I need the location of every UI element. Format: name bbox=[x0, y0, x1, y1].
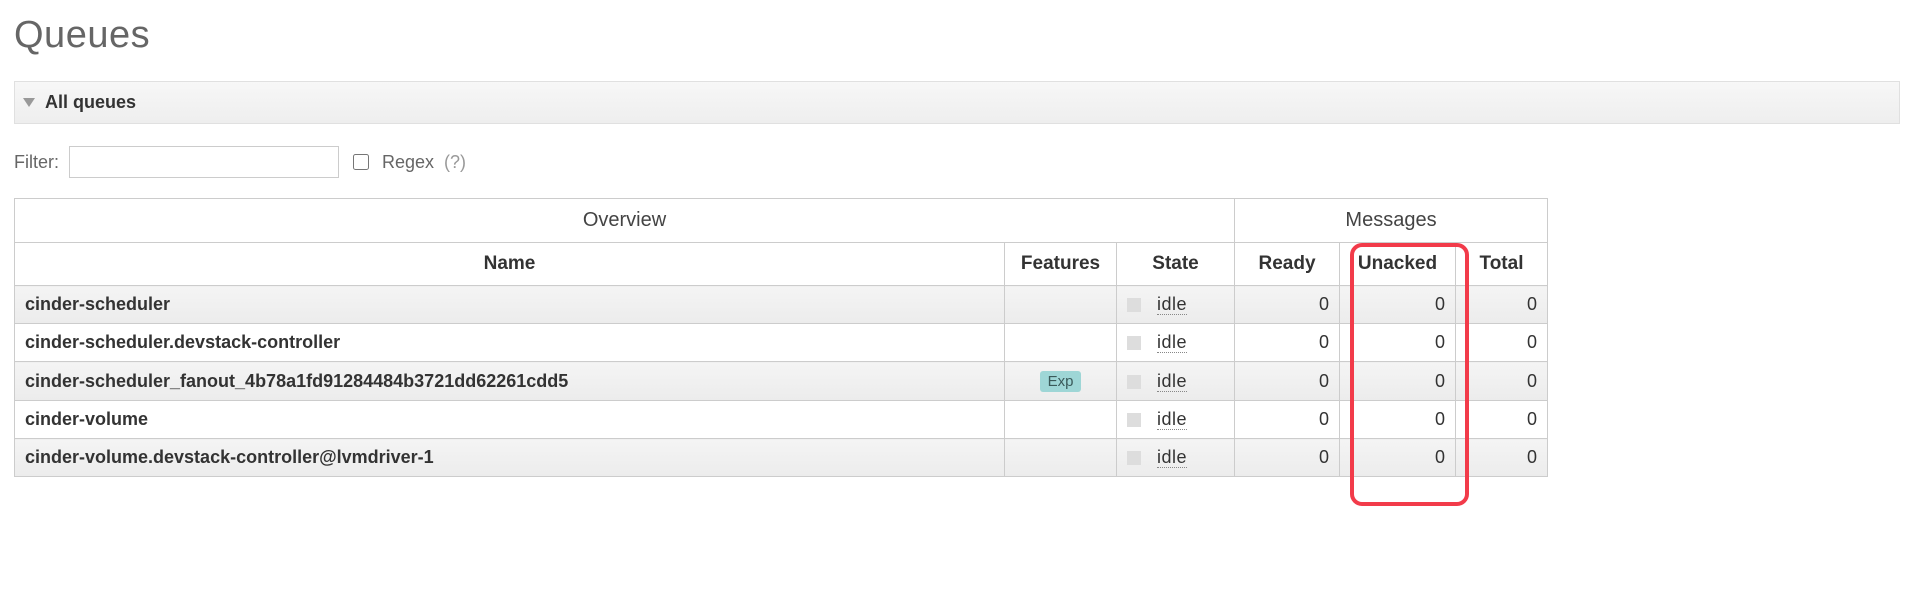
queue-name-link[interactable]: cinder-scheduler bbox=[15, 286, 1005, 324]
filter-row: Filter: Regex (?) bbox=[14, 146, 1900, 178]
table-row: cinder-volumeidle000 bbox=[15, 401, 1548, 439]
queue-name-link[interactable]: cinder-volume.devstack-controller@lvmdri… bbox=[15, 439, 1005, 477]
state-text: idle bbox=[1157, 294, 1187, 315]
col-header-state[interactable]: State bbox=[1117, 243, 1235, 286]
col-header-total[interactable]: Total bbox=[1456, 243, 1548, 286]
state-text: idle bbox=[1157, 447, 1187, 468]
section-all-queues-toggle[interactable]: All queues bbox=[14, 81, 1900, 124]
queue-state: idle bbox=[1117, 439, 1235, 477]
col-header-features[interactable]: Features bbox=[1005, 243, 1117, 286]
table-wrapper: Overview Messages Name Features State Re… bbox=[14, 198, 1900, 477]
queue-total: 0 bbox=[1456, 401, 1548, 439]
chevron-down-icon bbox=[23, 98, 35, 107]
regex-label: Regex bbox=[382, 152, 434, 173]
feature-badge: Exp bbox=[1040, 371, 1082, 392]
queue-name-link[interactable]: cinder-scheduler_fanout_4b78a1fd91284484… bbox=[15, 362, 1005, 401]
queue-total: 0 bbox=[1456, 362, 1548, 401]
queue-total: 0 bbox=[1456, 439, 1548, 477]
queue-unacked: 0 bbox=[1340, 286, 1456, 324]
col-header-name[interactable]: Name bbox=[15, 243, 1005, 286]
section-title: All queues bbox=[45, 92, 136, 113]
col-header-unacked[interactable]: Unacked bbox=[1340, 243, 1456, 286]
filter-label: Filter: bbox=[14, 152, 59, 173]
queue-unacked: 0 bbox=[1340, 439, 1456, 477]
regex-checkbox[interactable] bbox=[353, 154, 369, 170]
queue-state: idle bbox=[1117, 324, 1235, 362]
queue-features bbox=[1005, 401, 1117, 439]
queue-features bbox=[1005, 439, 1117, 477]
state-indicator-icon bbox=[1127, 413, 1141, 427]
state-text: idle bbox=[1157, 409, 1187, 430]
queue-ready: 0 bbox=[1235, 362, 1340, 401]
queue-unacked: 0 bbox=[1340, 401, 1456, 439]
queue-state: idle bbox=[1117, 362, 1235, 401]
col-header-ready[interactable]: Ready bbox=[1235, 243, 1340, 286]
queue-total: 0 bbox=[1456, 286, 1548, 324]
queue-ready: 0 bbox=[1235, 286, 1340, 324]
queue-features bbox=[1005, 324, 1117, 362]
state-indicator-icon bbox=[1127, 336, 1141, 350]
queue-ready: 0 bbox=[1235, 401, 1340, 439]
queue-features: Exp bbox=[1005, 362, 1117, 401]
queue-state: idle bbox=[1117, 401, 1235, 439]
filter-input[interactable] bbox=[69, 146, 339, 178]
queue-ready: 0 bbox=[1235, 439, 1340, 477]
state-text: idle bbox=[1157, 332, 1187, 353]
table-row: cinder-scheduler_fanout_4b78a1fd91284484… bbox=[15, 362, 1548, 401]
queue-name-link[interactable]: cinder-volume bbox=[15, 401, 1005, 439]
queues-table: Overview Messages Name Features State Re… bbox=[14, 198, 1548, 477]
state-text: idle bbox=[1157, 371, 1187, 392]
table-row: cinder-volume.devstack-controller@lvmdri… bbox=[15, 439, 1548, 477]
col-group-messages[interactable]: Messages bbox=[1235, 199, 1548, 243]
state-indicator-icon bbox=[1127, 451, 1141, 465]
queue-features bbox=[1005, 286, 1117, 324]
page-title: Queues bbox=[14, 14, 1900, 57]
queue-name-link[interactable]: cinder-scheduler.devstack-controller bbox=[15, 324, 1005, 362]
state-indicator-icon bbox=[1127, 298, 1141, 312]
queue-total: 0 bbox=[1456, 324, 1548, 362]
queue-unacked: 0 bbox=[1340, 324, 1456, 362]
table-row: cinder-scheduleridle000 bbox=[15, 286, 1548, 324]
queue-unacked: 0 bbox=[1340, 362, 1456, 401]
regex-help-icon[interactable]: (?) bbox=[444, 152, 466, 173]
col-group-overview[interactable]: Overview bbox=[15, 199, 1235, 243]
state-indicator-icon bbox=[1127, 375, 1141, 389]
table-row: cinder-scheduler.devstack-controller idle… bbox=[15, 324, 1548, 362]
queue-state: idle bbox=[1117, 286, 1235, 324]
queue-ready: 0 bbox=[1235, 324, 1340, 362]
